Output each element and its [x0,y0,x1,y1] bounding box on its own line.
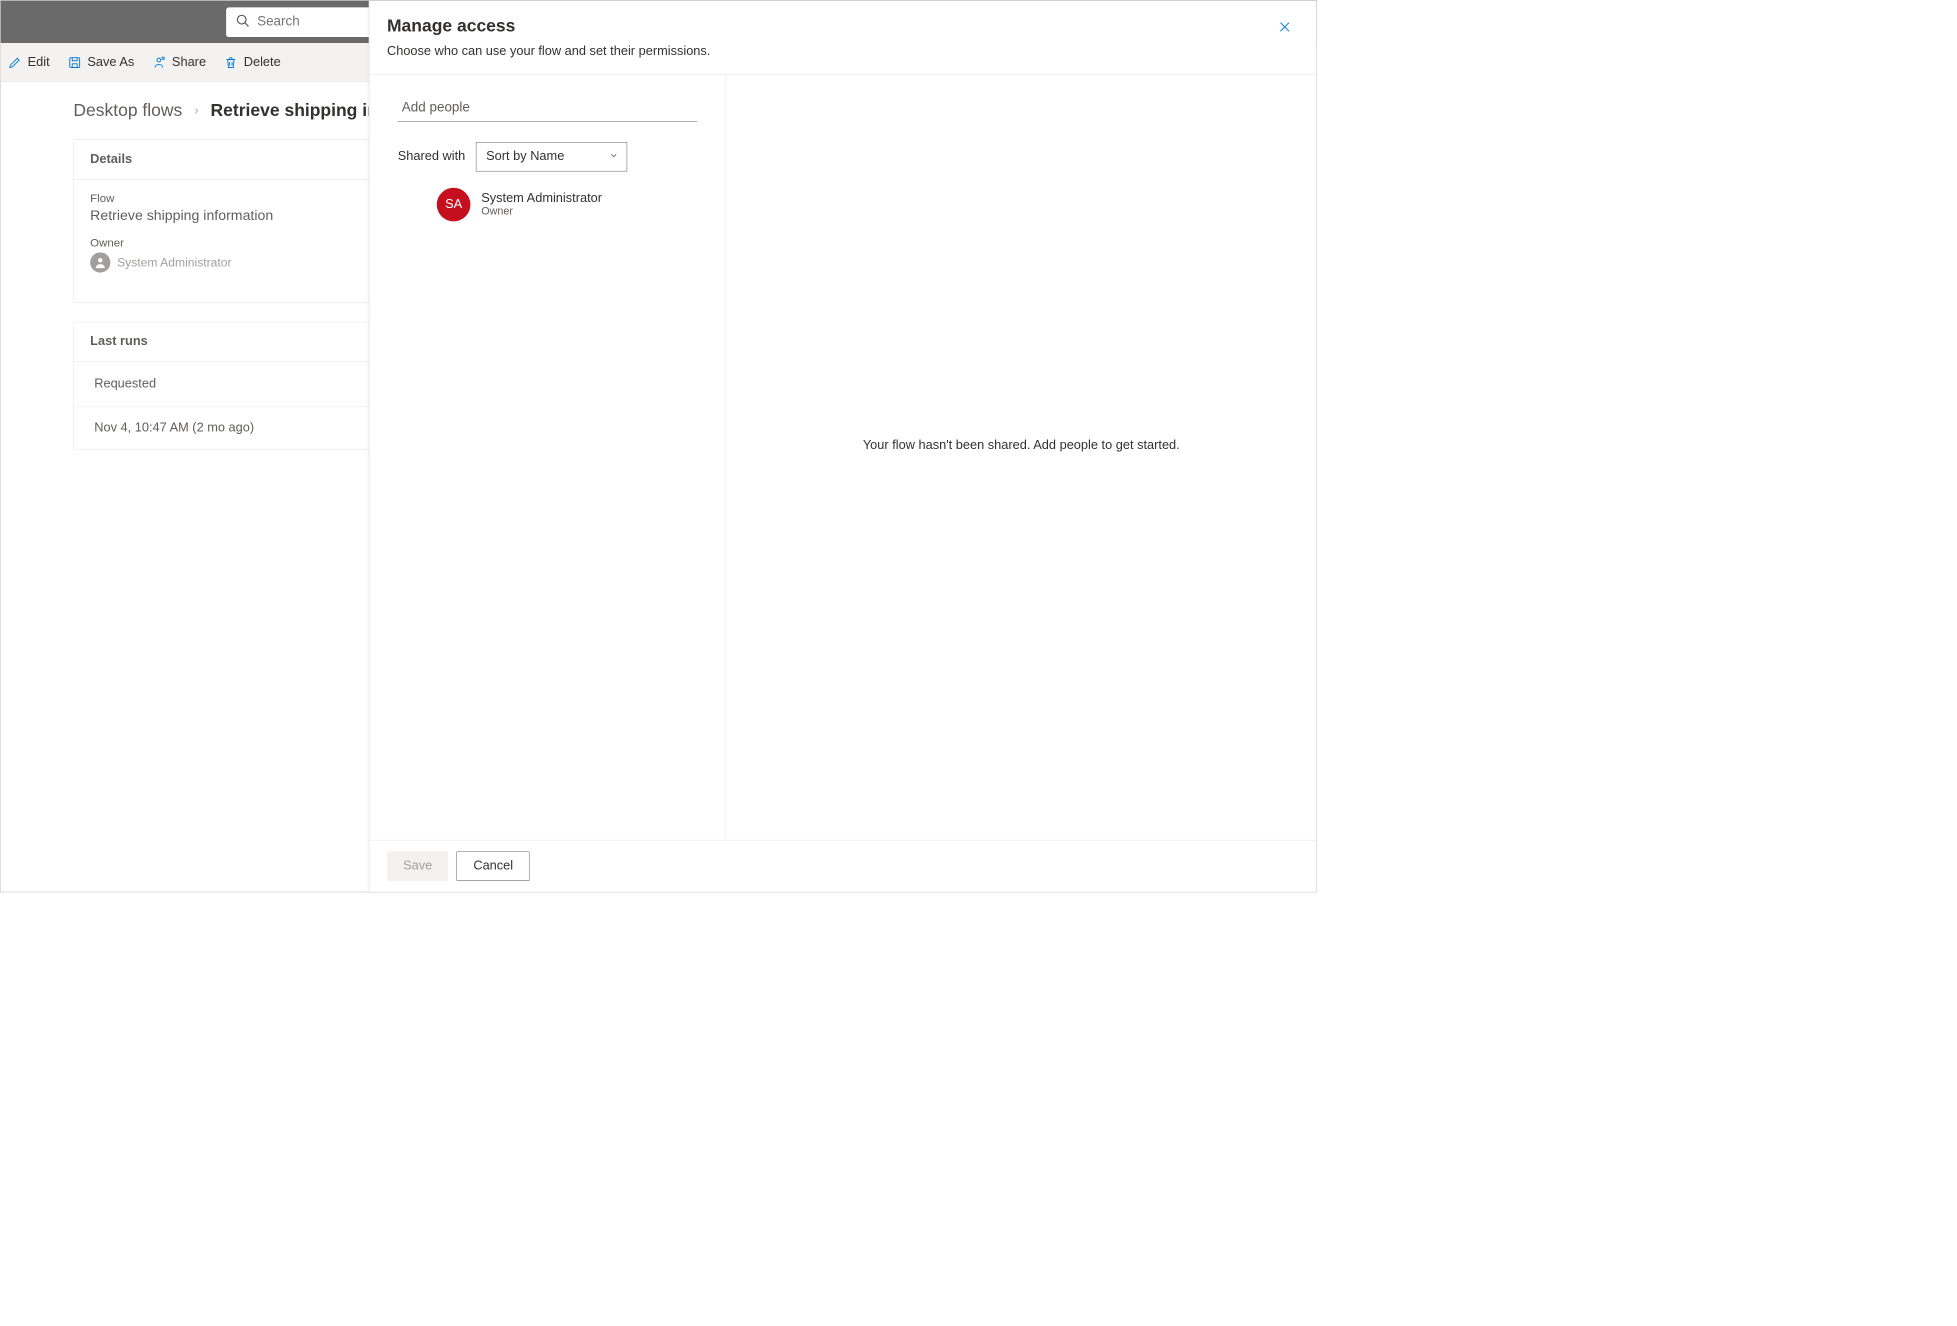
edit-button[interactable]: Edit [7,55,49,70]
panel-title: Manage access [387,15,710,36]
panel-right-column: Your flow hasn't been shared. Add people… [726,75,1316,840]
person-name: System Administrator [481,191,602,206]
save-as-label: Save As [87,55,134,70]
person-role: Owner [481,206,602,218]
shared-with-label: Shared with [398,149,466,164]
close-button[interactable] [1277,20,1292,37]
empty-state-message: Your flow hasn't been shared. Add people… [863,438,1180,453]
shared-person-row[interactable]: SA System Administrator Owner [437,188,697,222]
panel-footer: Save Cancel [369,840,1316,892]
sort-dropdown[interactable]: Sort by Name [476,142,627,172]
search-icon [236,13,251,30]
delete-label: Delete [244,55,281,70]
delete-button[interactable]: Delete [224,55,281,70]
edit-label: Edit [28,55,50,70]
sort-selected-value: Sort by Name [486,149,564,164]
panel-left-column: Shared with Sort by Name SA System Admin… [369,75,726,840]
save-button[interactable]: Save [387,851,448,881]
chevron-down-icon [609,149,618,164]
panel-subtitle: Choose who can use your flow and set the… [387,44,710,59]
share-label: Share [172,55,206,70]
chevron-right-icon [192,100,201,121]
close-icon [1277,26,1292,37]
add-people-input[interactable] [398,95,697,122]
owner-name: System Administrator [117,255,231,269]
avatar: SA [437,188,471,222]
person-icon [90,252,110,272]
share-button[interactable]: Share [152,55,206,70]
save-as-button[interactable]: Save As [67,55,134,70]
cancel-button[interactable]: Cancel [457,851,530,881]
manage-access-panel: Manage access Choose who can use your fl… [369,1,1317,892]
breadcrumb-parent[interactable]: Desktop flows [73,100,182,121]
